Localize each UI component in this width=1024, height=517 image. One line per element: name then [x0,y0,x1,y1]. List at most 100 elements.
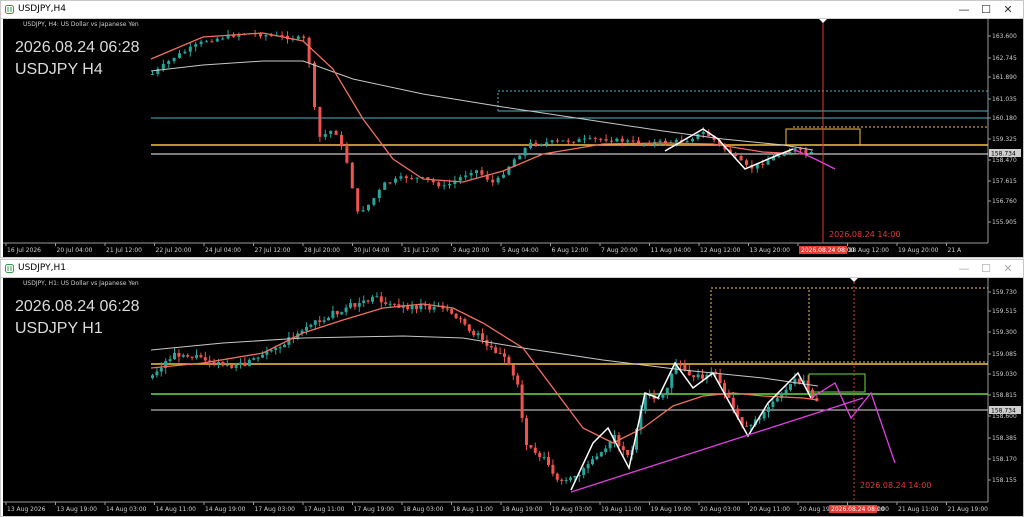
candle-body [178,53,181,58]
candle-body [475,170,478,173]
maximize-button[interactable]: ☐ [975,2,997,17]
candle-body [583,138,586,140]
candle-body [199,41,203,45]
candle-body [534,142,538,146]
chart-window-icon [5,5,14,14]
price-axis-label: 158.385 [992,435,1017,442]
time-axis-label: 17 Aug 19:00 [354,506,395,513]
minimize-button[interactable]: — [953,261,975,276]
candle-body [313,62,316,108]
time-axis-label: 14 Aug 03:00 [106,506,147,513]
candle-body [692,375,696,378]
price-axis-label: 158.815 [992,392,1017,399]
candle-body [410,178,414,180]
candle-body [599,138,603,140]
chart-window-h4[interactable]: USDJPY,H4 — ☐ ✕ 2026.08.24 14:00 163.600 1… [0,0,1024,258]
candle-body [494,347,498,354]
candle-body [498,353,502,355]
price-axis-label: 163.600 [992,33,1017,40]
candle-body [507,356,511,366]
candle-body [278,347,282,349]
time-axis-label: 13 Aug 19:00 [57,506,98,513]
candle-body [771,401,775,407]
time-axis-label: 28 Jul 20:00 [304,247,340,254]
vertical-line-label: 2026.08.24 14:00 [860,481,931,490]
window-titlebar-h4[interactable]: USDJPY,H4 — ☐ ✕ [1,1,1023,19]
price-axis-label: 157.615 [992,178,1017,185]
shift-marker-icon [850,278,858,282]
candle-body [195,355,198,358]
close-button[interactable]: ✕ [997,261,1019,276]
candle-body [599,452,603,457]
candle-body [410,305,414,310]
time-axis-label: 14 Aug 19:00 [205,506,246,513]
price-axis-label: 160.180 [992,115,1017,122]
candle-body [274,347,278,350]
candle-body [566,140,570,142]
time-axis-label: 11 Aug 04:00 [651,247,692,254]
minimize-button[interactable]: — [953,2,975,17]
candle-body [217,362,220,364]
candle-body [269,349,273,352]
candle-body [454,313,458,319]
candle-body [388,303,392,305]
candle-body [696,133,700,139]
price-chart-h4[interactable]: 2026.08.24 14:00 163.600 162.745 161.890 161… [3,19,1023,257]
maximize-button[interactable]: ☐ [975,261,997,276]
candle-body [372,198,376,205]
candle-body [467,324,471,331]
candle-body [734,154,738,156]
candle-body [203,357,207,361]
candle-body [318,107,322,137]
overlay-time: 2026.08.24 06:28 [15,39,140,56]
price-axis-label: 159.515 [992,308,1017,315]
candle-body [155,371,159,376]
price-axis-label: 159.325 [992,136,1017,143]
candle-body [547,457,550,465]
candle-body [335,310,339,315]
window-title: USDJPY,H4 [18,4,66,14]
candle-body [683,364,687,370]
symbol-header: USDJPY, H4: US Dollar vs Japanese Yen [23,21,139,28]
candle-body [631,140,635,142]
candle-body [696,374,700,378]
close-button[interactable]: ✕ [997,2,1019,17]
candle-body [701,131,705,134]
candle-body [327,317,330,321]
candle-body [305,326,308,331]
candle-body [309,324,313,327]
window-titlebar-h1[interactable]: USDJPY,H1 — ☐ ✕ [1,260,1023,278]
candle-body [302,36,306,38]
price-axis-label: 159.030 [992,371,1017,378]
chart-window-h1[interactable]: USDJPY,H1 — ☐ ✕ 2026.08.24 14:00 159.730 1… [0,259,1024,517]
candle-body [502,174,505,178]
time-axis-label: 19 Aug 20:00 [898,247,939,254]
candle-body [259,33,262,37]
chart-canvas-h1[interactable]: 2026.08.24 14:00 159.730 159.515 159.300 159… [3,278,1023,516]
candle-body [356,188,360,212]
candle-body [415,177,419,179]
candle-body [481,333,484,340]
candle-body [539,144,543,146]
candle-body [393,303,396,305]
chart-canvas-h4[interactable]: 2026.08.24 14:00 163.600 162.745 161.890 161… [3,19,1023,257]
overlay-time: 2026.08.24 06:28 [15,298,140,315]
candle-body [194,44,198,47]
time-axis-label: 16 Jul 2026 [7,247,41,254]
candle-body [610,140,613,142]
candle-body [177,352,181,357]
time-axis-label: 30 Jul 04:00 [354,247,390,254]
candle-body [542,457,546,459]
candle-body [789,383,792,390]
candle-body [591,459,594,465]
candle-body [331,310,335,318]
candle-body [626,450,630,455]
cursor-time-tag: 2026.08.24 08:00 [801,247,855,254]
candle-body [621,446,625,451]
candle-body [167,61,171,64]
candle-body [469,172,473,176]
time-axis-label: 24 Jul 04:00 [205,247,241,254]
candle-body [777,155,781,157]
price-chart-h1[interactable]: 2026.08.24 14:00 159.730 159.515 159.300 159… [3,278,1023,516]
candle-body [464,175,468,178]
